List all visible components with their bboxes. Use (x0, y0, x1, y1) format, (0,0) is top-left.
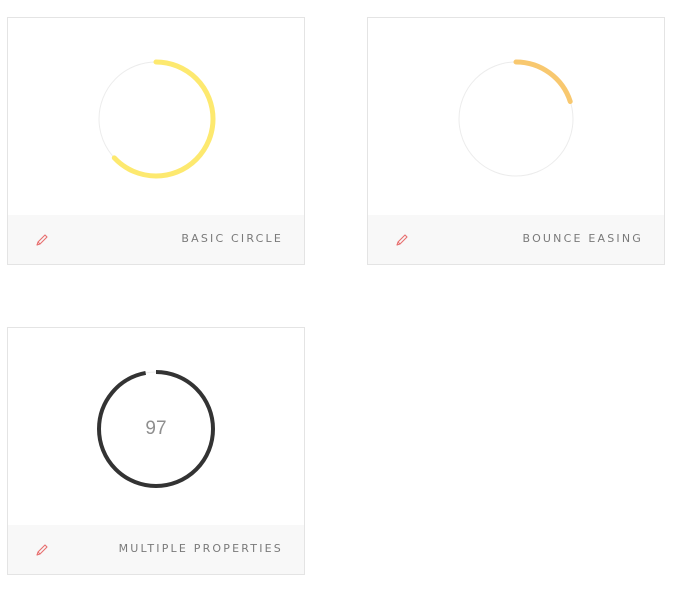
card-title: BASIC CIRCLE (181, 232, 283, 245)
card-title: BOUNCE EASING (522, 232, 643, 245)
progress-circle (96, 59, 216, 179)
pencil-icon (396, 234, 408, 246)
progress-card-multiple-properties: 97 MULTIPLE PROPERTIES (7, 327, 305, 575)
progress-circle (456, 59, 576, 179)
edit-button[interactable] (394, 232, 410, 248)
progress-stage (8, 18, 304, 217)
edit-button[interactable] (34, 542, 50, 558)
edit-button[interactable] (34, 232, 50, 248)
progress-stage: 97 (8, 328, 304, 527)
progress-stage (368, 18, 664, 217)
card-footer: BASIC CIRCLE (8, 215, 304, 264)
pencil-icon (36, 234, 48, 246)
progress-card-bounce-easing: BOUNCE EASING (367, 17, 665, 265)
progress-bar (456, 59, 576, 179)
card-title: MULTIPLE PROPERTIES (118, 542, 283, 555)
pencil-icon (36, 544, 48, 556)
card-footer: MULTIPLE PROPERTIES (8, 525, 304, 574)
progress-card-basic-circle: BASIC CIRCLE (7, 17, 305, 265)
card-footer: BOUNCE EASING (368, 215, 664, 264)
progress-bar (96, 59, 216, 179)
progress-value: 97 (145, 418, 167, 439)
